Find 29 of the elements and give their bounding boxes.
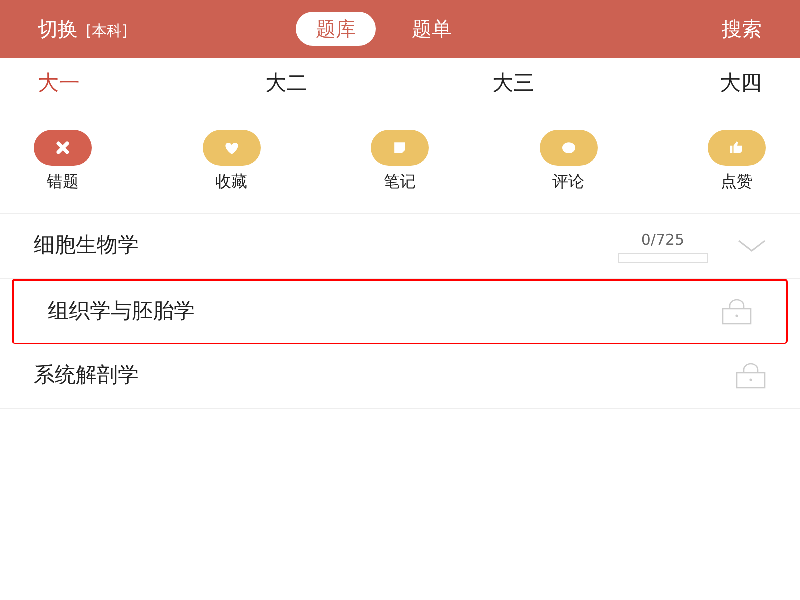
- like-icon: [708, 130, 766, 166]
- lock-icon: [736, 363, 766, 389]
- shortcut-label[interactable]: 笔记: [384, 170, 416, 194]
- subject-row[interactable]: 系统解剖学: [0, 344, 800, 409]
- shortcut-label[interactable]: 收藏: [216, 170, 248, 194]
- subject-row[interactable]: 细胞生物学 0/725: [0, 214, 800, 279]
- shortcut-label[interactable]: 评论: [552, 170, 584, 194]
- tab[interactable]: 题库: [296, 12, 376, 46]
- note-icon: [371, 130, 429, 166]
- subject-name: 细胞生物学: [34, 232, 140, 260]
- wrong-icon: [34, 130, 92, 166]
- shortcut-label[interactable]: 错题: [47, 170, 79, 194]
- year-tab[interactable]: 大一: [38, 68, 80, 100]
- subject-row[interactable]: 组织学与胚胎学: [12, 279, 788, 344]
- lock-icon: [722, 299, 752, 325]
- progress-count: 0/725: [641, 230, 685, 251]
- year-tab[interactable]: 大三: [492, 68, 535, 100]
- switch-link[interactable]: 切换: [38, 14, 78, 44]
- year-tab[interactable]: 大四: [720, 68, 762, 100]
- subject-name: 系统解剖学: [34, 362, 140, 390]
- chevron-down-icon[interactable]: [738, 239, 766, 253]
- level-tag: [本科]: [86, 20, 128, 42]
- favorite-icon: [202, 130, 260, 166]
- subject-name: 组织学与胚胎学: [48, 298, 196, 326]
- search-button[interactable]: 搜索: [722, 14, 762, 44]
- year-tab[interactable]: 大二: [265, 68, 308, 100]
- comment-icon: [540, 130, 598, 166]
- tab[interactable]: 题单: [392, 12, 472, 46]
- shortcut-label[interactable]: 点赞: [721, 170, 753, 194]
